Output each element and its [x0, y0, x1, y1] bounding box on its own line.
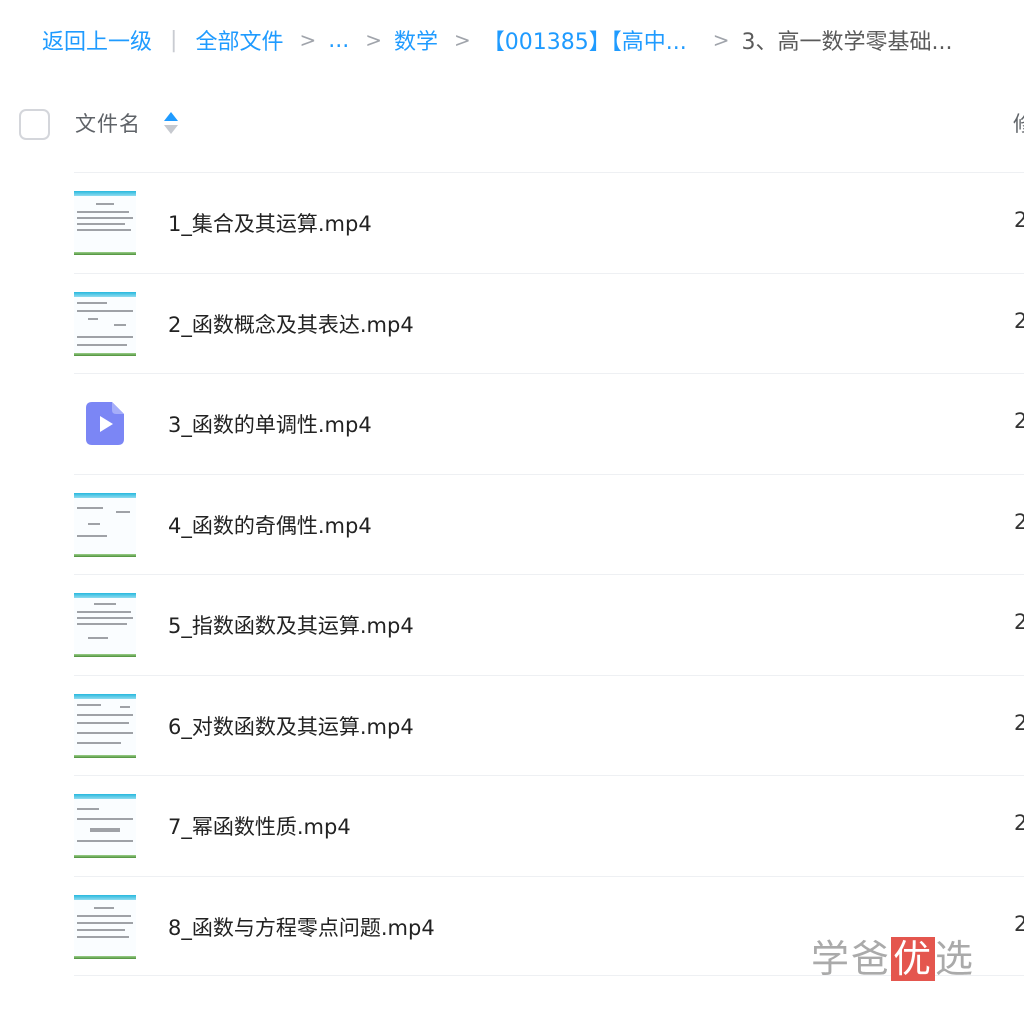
row-divider	[74, 272, 1024, 274]
sort-toggle-icon[interactable]	[162, 110, 180, 138]
column-header-filename[interactable]: 文件名	[75, 108, 141, 138]
breadcrumb: 返回上一级 | 全部文件 > ... > 数学 > 【001385】【高中...…	[42, 24, 1024, 56]
video-thumbnail	[74, 191, 136, 255]
watermark-accent: 优	[891, 937, 936, 981]
breadcrumb-separator: >	[365, 28, 382, 52]
file-name[interactable]: 4_函数的奇偶性.mp4	[168, 510, 372, 540]
file-name[interactable]: 7_幂函数性质.mp4	[168, 811, 351, 841]
file-modified-clipped: 2	[1014, 208, 1024, 232]
breadcrumb-divider: |	[170, 27, 178, 53]
file-modified-clipped: 2	[1014, 409, 1024, 433]
back-link[interactable]: 返回上一级	[42, 24, 152, 56]
watermark-text-end: 选	[935, 937, 976, 981]
video-thumbnail	[74, 794, 136, 858]
video-thumbnail	[74, 693, 136, 758]
video-thumbnail	[74, 894, 136, 959]
file-row[interactable]: 5_指数函数及其运算.mp4 2	[0, 574, 1024, 675]
file-modified-clipped: 2	[1014, 710, 1024, 735]
file-name[interactable]: 6_对数函数及其运算.mp4	[168, 711, 414, 741]
file-name[interactable]: 1_集合及其运算.mp4	[168, 208, 372, 238]
file-name[interactable]: 2_函数概念及其表达.mp4	[168, 309, 414, 339]
video-file-icon	[86, 402, 124, 445]
video-thumbnail	[74, 492, 136, 557]
file-list: 1_集合及其运算.mp4 2 2_函数概念及其表达.mp4 2 3_函数的单调性…	[0, 172, 1024, 976]
breadcrumb-item-ellipsis[interactable]: ...	[328, 28, 349, 53]
breadcrumb-separator: >	[712, 28, 730, 52]
breadcrumb-item-all-files[interactable]: 全部文件	[195, 24, 283, 56]
select-all-checkbox[interactable]	[19, 109, 50, 140]
file-row[interactable]: 4_函数的奇偶性.mp4 2	[0, 473, 1024, 575]
breadcrumb-separator: >	[299, 28, 317, 52]
file-name[interactable]: 5_指数函数及其运算.mp4	[168, 610, 414, 640]
breadcrumb-separator: >	[453, 28, 471, 52]
file-row[interactable]: 7_幂函数性质.mp4 2	[0, 775, 1024, 876]
row-divider	[74, 172, 1024, 173]
file-name[interactable]: 3_函数的单调性.mp4	[168, 409, 372, 439]
video-thumbnail	[74, 291, 136, 356]
sort-ascending-icon	[164, 112, 178, 121]
breadcrumb-item-course[interactable]: 【001385】【高中...	[483, 24, 687, 56]
file-modified-clipped: 2	[1014, 308, 1024, 333]
file-modified-clipped: 2	[1014, 811, 1024, 835]
row-divider	[74, 674, 1024, 676]
sort-descending-icon	[164, 125, 178, 134]
file-name[interactable]: 8_函数与方程零点问题.mp4	[168, 912, 435, 942]
file-modified-clipped: 2	[1014, 509, 1024, 534]
file-modified-clipped: 2	[1014, 610, 1024, 634]
row-divider	[74, 775, 1024, 776]
file-list-header: 文件名 修	[0, 104, 1024, 144]
row-divider	[74, 473, 1024, 475]
breadcrumb-item-math[interactable]: 数学	[394, 24, 438, 56]
row-divider	[74, 373, 1024, 374]
column-header-modified[interactable]: 修	[1013, 108, 1024, 138]
file-row[interactable]: 3_函数的单调性.mp4 2	[0, 373, 1024, 474]
file-modified-clipped: 2	[1014, 911, 1024, 936]
file-row[interactable]: 2_函数概念及其表达.mp4 2	[0, 272, 1024, 374]
breadcrumb-item-current: 3、高一数学零基础...	[741, 30, 953, 55]
row-divider	[74, 875, 1024, 877]
row-divider	[74, 574, 1024, 575]
file-row[interactable]: 1_集合及其运算.mp4 2	[0, 172, 1024, 273]
file-row[interactable]: 6_对数函数及其运算.mp4 2	[0, 674, 1024, 776]
video-thumbnail	[74, 593, 136, 657]
watermark-text: 学爸	[811, 937, 892, 981]
watermark: 学爸优选	[811, 928, 975, 983]
